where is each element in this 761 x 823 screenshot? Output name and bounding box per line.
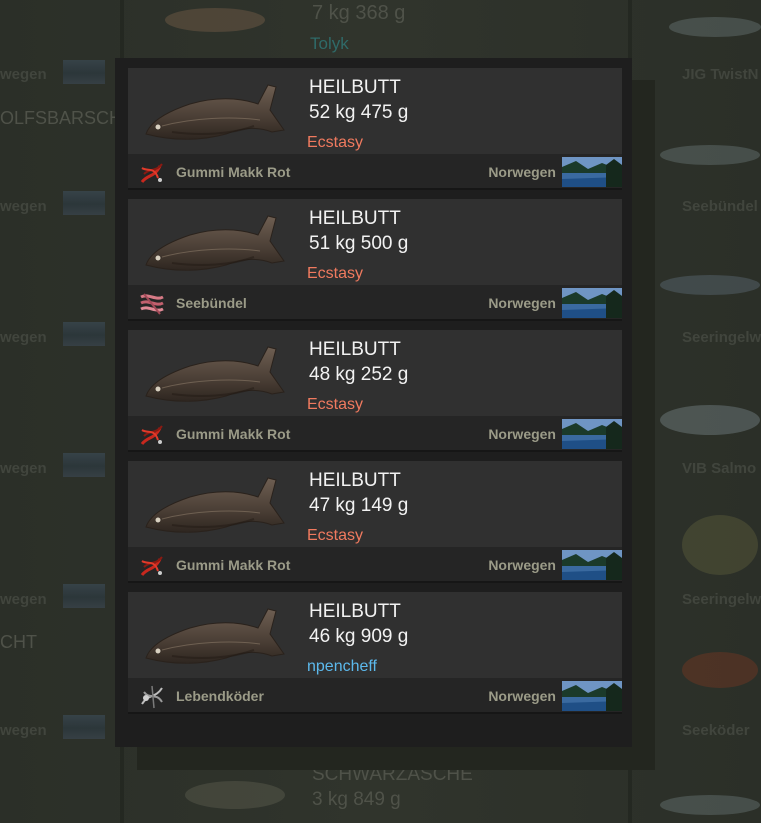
norway-fjord-thumbnail bbox=[562, 550, 622, 580]
angler-name[interactable]: Ecstasy bbox=[307, 134, 363, 152]
catch-entry-header: HEILBUTT 47 kg 149 g Ecstasy bbox=[128, 461, 622, 547]
background-fish-icon bbox=[682, 515, 758, 575]
catch-entry-header: HEILBUTT 48 kg 252 g Ecstasy bbox=[128, 330, 622, 416]
catch-entry[interactable]: HEILBUTT 52 kg 475 g Ecstasy Gummi Makk … bbox=[128, 68, 622, 190]
background-weight: 7 kg 368 g bbox=[312, 2, 406, 24]
fish-name: HEILBUTT bbox=[309, 77, 401, 98]
background-location-thumbnail bbox=[63, 584, 105, 608]
red-jig-icon bbox=[140, 163, 163, 183]
background-location-thumbnail bbox=[63, 191, 105, 215]
fish-weight: 47 kg 149 g bbox=[309, 495, 409, 516]
background-location-thumbnail bbox=[63, 322, 105, 346]
fish-name: HEILBUTT bbox=[309, 339, 401, 360]
background-fish-icon bbox=[660, 145, 760, 165]
background-location-thumbnail bbox=[63, 715, 105, 739]
background-fish-name: OLFSBARSCH bbox=[0, 108, 123, 128]
angler-name[interactable]: Ecstasy bbox=[307, 527, 363, 545]
background-bait: Seeringelw bbox=[682, 591, 761, 608]
location-name: Norwegen bbox=[488, 164, 556, 180]
background-fish-icon bbox=[185, 781, 285, 809]
catch-entry-header: HEILBUTT 51 kg 500 g Ecstasy bbox=[128, 199, 622, 285]
halibut-fish-icon bbox=[145, 346, 285, 402]
catch-entry[interactable]: HEILBUTT 47 kg 149 g Ecstasy Gummi Makk … bbox=[128, 461, 622, 583]
halibut-fish-icon bbox=[145, 477, 285, 533]
background-location: wegen bbox=[0, 198, 47, 215]
background-location-thumbnail bbox=[63, 453, 105, 477]
bait-name: Gummi Makk Rot bbox=[176, 426, 291, 442]
bait-name: Gummi Makk Rot bbox=[176, 557, 291, 573]
background-location: wegen bbox=[0, 591, 47, 608]
location-name: Norwegen bbox=[488, 426, 556, 442]
background-fish-icon bbox=[669, 17, 761, 37]
bait-name: Gummi Makk Rot bbox=[176, 164, 291, 180]
red-jig-icon bbox=[140, 425, 163, 445]
background-fish-icon bbox=[660, 275, 760, 295]
background-location: wegen bbox=[0, 722, 47, 739]
catch-list-popup: HEILBUTT 52 kg 475 g Ecstasy Gummi Makk … bbox=[115, 58, 632, 747]
fish-name: HEILBUTT bbox=[309, 470, 401, 491]
location-name: Norwegen bbox=[488, 688, 556, 704]
norway-fjord-thumbnail bbox=[562, 288, 622, 318]
catch-entry-header: HEILBUTT 52 kg 475 g Ecstasy bbox=[128, 68, 622, 154]
angler-name[interactable]: Ecstasy bbox=[307, 265, 363, 283]
background-bait: VIB Salmo bbox=[682, 460, 757, 477]
fish-name: HEILBUTT bbox=[309, 601, 401, 622]
bait-name: Lebendköder bbox=[176, 688, 264, 704]
halibut-fish-icon bbox=[145, 84, 285, 140]
angler-name[interactable]: npencheff bbox=[307, 658, 377, 676]
background-location-thumbnail bbox=[63, 60, 105, 84]
red-jig-icon bbox=[140, 556, 163, 576]
background-fish-icon bbox=[660, 405, 760, 435]
halibut-fish-icon bbox=[145, 215, 285, 271]
background-fish-name: CHT bbox=[0, 632, 37, 652]
background-fish-icon bbox=[165, 8, 265, 32]
catch-entry-footer: Gummi Makk Rot Norwegen bbox=[128, 416, 622, 452]
background-bait: Seeköder bbox=[682, 722, 750, 739]
catch-entry[interactable]: HEILBUTT 48 kg 252 g Ecstasy Gummi Makk … bbox=[128, 330, 622, 452]
live-bait-icon bbox=[141, 685, 163, 709]
catch-entry[interactable]: HEILBUTT 51 kg 500 g Ecstasy Seebündel N… bbox=[128, 199, 622, 321]
background-location: wegen bbox=[0, 329, 47, 346]
catch-entry[interactable]: HEILBUTT 46 kg 909 g npencheff Lebendköd… bbox=[128, 592, 622, 714]
location-name: Norwegen bbox=[488, 557, 556, 573]
background-location: wegen bbox=[0, 460, 47, 477]
background-angler: Tolyk bbox=[310, 34, 349, 53]
background-bait: JIG TwistN bbox=[682, 66, 759, 83]
halibut-fish-icon bbox=[145, 608, 285, 664]
background-weight: 3 kg 849 g bbox=[312, 789, 401, 810]
fish-weight: 51 kg 500 g bbox=[309, 233, 409, 254]
worm-bundle-icon bbox=[140, 293, 164, 315]
catch-entry-footer: Gummi Makk Rot Norwegen bbox=[128, 154, 622, 190]
fish-weight: 48 kg 252 g bbox=[309, 364, 409, 385]
catch-entry-header: HEILBUTT 46 kg 909 g npencheff bbox=[128, 592, 622, 678]
background-bait: Seeringelw bbox=[682, 329, 761, 346]
background-fish-icon bbox=[660, 795, 760, 815]
norway-fjord-thumbnail bbox=[562, 419, 622, 449]
fish-weight: 52 kg 475 g bbox=[309, 102, 409, 123]
bait-name: Seebündel bbox=[176, 295, 247, 311]
fish-weight: 46 kg 909 g bbox=[309, 626, 409, 647]
angler-name[interactable]: Ecstasy bbox=[307, 396, 363, 414]
background-fish-icon bbox=[682, 652, 758, 688]
background-location: wegen bbox=[0, 66, 47, 83]
catch-entry-footer: Seebündel Norwegen bbox=[128, 285, 622, 321]
catch-entry-footer: Gummi Makk Rot Norwegen bbox=[128, 547, 622, 583]
norway-fjord-thumbnail bbox=[562, 681, 622, 711]
location-name: Norwegen bbox=[488, 295, 556, 311]
background-bait: Seebündel bbox=[682, 198, 758, 215]
catch-entry-footer: Lebendköder Norwegen bbox=[128, 678, 622, 714]
fish-name: HEILBUTT bbox=[309, 208, 401, 229]
norway-fjord-thumbnail bbox=[562, 157, 622, 187]
